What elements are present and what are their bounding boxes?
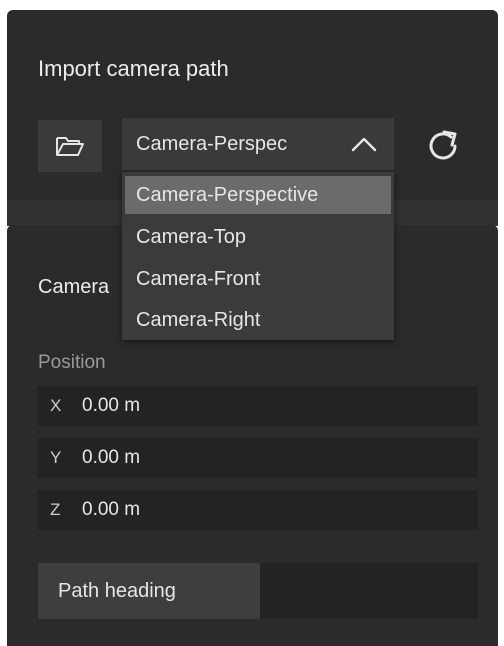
- position-y-field[interactable]: Y 0.00 m: [38, 438, 478, 478]
- position-label: Position: [38, 352, 106, 373]
- position-z-value: 0.00 m: [82, 499, 141, 520]
- position-y-value: 0.00 m: [82, 447, 141, 468]
- axis-z-label: Z: [50, 500, 61, 519]
- camera-select-value: Camera-Perspec: [136, 133, 288, 155]
- path-heading-row: Path heading: [38, 563, 478, 619]
- camera-dropdown: Camera-Perspective Camera-Top Camera-Fro…: [122, 172, 394, 340]
- chevron-up-icon: [351, 137, 377, 152]
- dropdown-option-right[interactable]: Camera-Right: [122, 300, 394, 340]
- dropdown-option-front[interactable]: Camera-Front: [122, 259, 394, 299]
- path-heading-button[interactable]: Path heading: [38, 563, 260, 619]
- camera-section-label: Camera: [38, 276, 110, 298]
- camera-select[interactable]: Camera-Perspec: [122, 118, 394, 170]
- refresh-icon[interactable]: [424, 126, 464, 166]
- dropdown-option-top[interactable]: Camera-Top: [122, 217, 394, 257]
- open-folder-button[interactable]: [38, 120, 102, 172]
- panel-title: Import camera path: [38, 56, 229, 81]
- folder-icon: [56, 137, 84, 156]
- axis-y-label: Y: [50, 448, 62, 467]
- axis-x-label: X: [50, 396, 62, 415]
- position-z-field[interactable]: Z 0.00 m: [38, 490, 478, 530]
- position-x-field[interactable]: X 0.00 m: [38, 386, 478, 426]
- dropdown-option-perspective[interactable]: Camera-Perspective: [125, 176, 391, 214]
- position-x-value: 0.00 m: [82, 395, 141, 416]
